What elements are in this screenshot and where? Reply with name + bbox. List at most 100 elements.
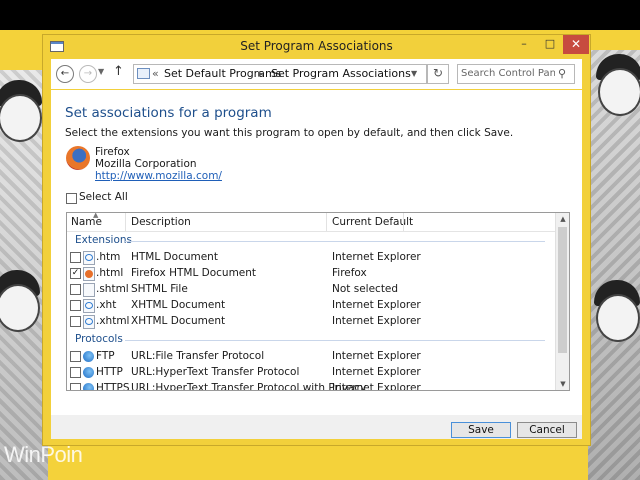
navigation-bar: ← → ▼ ↑ « Set Default Programs ▸ Set Pro… [51, 59, 582, 89]
save-button[interactable]: Save [451, 422, 511, 438]
blank-document-icon [83, 283, 95, 297]
recent-pages-dropdown-icon[interactable]: ▼ [98, 67, 104, 76]
firefox-document-icon [83, 267, 95, 281]
maximize-button[interactable]: □ [537, 35, 563, 54]
row-current-default: Internet Explorer [332, 382, 421, 391]
program-url-link[interactable]: http://www.mozilla.com/ [95, 170, 222, 182]
select-all-checkbox[interactable] [66, 193, 77, 204]
set-program-associations-window: Set Program Associations – □ ✕ ← → ▼ ↑ «… [42, 34, 591, 446]
group-divider [125, 340, 545, 341]
cancel-button[interactable]: Cancel [517, 422, 577, 438]
row-checkbox[interactable] [70, 300, 81, 311]
refresh-button[interactable]: ↻ [427, 64, 449, 84]
group-label-extensions: Extensions [75, 234, 133, 246]
row-name: .shtml [96, 283, 129, 295]
table-row[interactable]: FTP URL:File Transfer Protocol Internet … [67, 348, 555, 364]
row-current-default: Internet Explorer [332, 299, 421, 311]
select-all-label[interactable]: Select All [79, 191, 128, 203]
column-divider[interactable] [125, 213, 126, 231]
row-description: URL:HyperText Transfer Protocol [131, 366, 300, 378]
column-header-description[interactable]: Description [131, 216, 191, 228]
close-button[interactable]: ✕ [563, 35, 589, 54]
page-heading: Set associations for a program [65, 105, 272, 121]
row-checkbox[interactable] [70, 383, 81, 390]
winpoin-watermark: WinPoin [4, 442, 83, 467]
table-row[interactable]: .xhtml XHTML Document Internet Explorer [67, 313, 555, 329]
group-divider [125, 241, 545, 242]
title-bar[interactable]: Set Program Associations – □ ✕ [43, 35, 590, 57]
dialog-footer: Save Cancel [51, 415, 582, 439]
table-row[interactable]: HTTP URL:HyperText Transfer Protocol Int… [67, 364, 555, 380]
address-bar[interactable]: « Set Default Programs ▸ Set Program Ass… [133, 64, 427, 84]
row-name: .htm [96, 251, 121, 263]
main-content: Set associations for a program Select th… [51, 90, 582, 415]
up-arrow-icon[interactable]: ↑ [113, 64, 124, 79]
vertical-scrollbar[interactable]: ▲ ▼ [555, 213, 569, 390]
row-description: XHTML Document [131, 315, 226, 327]
row-description: SHTML File [131, 283, 188, 295]
row-checkbox[interactable] [70, 367, 81, 378]
wallpaper-figure-face [0, 284, 40, 332]
row-checkbox[interactable] [70, 351, 81, 362]
row-current-default: Firefox [332, 267, 367, 279]
scroll-up-icon[interactable]: ▲ [556, 213, 569, 225]
minimize-button[interactable]: – [511, 35, 537, 54]
ie-document-icon [83, 299, 95, 313]
row-current-default: Internet Explorer [332, 366, 421, 378]
row-current-default: Not selected [332, 283, 399, 295]
ie-protocol-icon [83, 350, 94, 362]
wallpaper-photo-left [0, 70, 48, 480]
row-description: HTML Document [131, 251, 218, 263]
row-description: URL:File Transfer Protocol [131, 350, 265, 362]
breadcrumb-set-program-associations[interactable]: Set Program Associations [271, 67, 411, 80]
ie-protocol-icon [83, 382, 94, 390]
column-divider[interactable] [403, 213, 404, 231]
back-button[interactable]: ← [56, 65, 74, 83]
table-row[interactable]: .shtml SHTML File Not selected [67, 281, 555, 297]
wallpaper-photo-right [588, 50, 640, 480]
ie-protocol-icon [83, 366, 94, 378]
search-box[interactable]: ⚲ [457, 64, 575, 84]
row-checkbox-checked[interactable]: ✓ [70, 268, 81, 279]
instructions-text: Select the extensions you want this prog… [65, 127, 514, 139]
breadcrumb-overflow[interactable]: « [152, 67, 159, 80]
column-header-current-default[interactable]: Current Default [332, 216, 413, 228]
table-header: ▲ Name Description Current Default [67, 213, 555, 232]
row-name: FTP [96, 350, 115, 362]
breadcrumb-arrow[interactable]: ▸ [258, 67, 264, 80]
row-checkbox[interactable] [70, 316, 81, 327]
table-row[interactable]: .htm HTML Document Internet Explorer [67, 249, 555, 265]
row-name: .xht [96, 299, 117, 311]
row-name: HTTPS [96, 382, 130, 391]
row-checkbox[interactable] [70, 284, 81, 295]
row-name: HTTP [96, 366, 123, 378]
address-dropdown-icon[interactable]: ▼ [411, 69, 417, 78]
program-name: Firefox [95, 146, 130, 158]
row-description: XHTML Document [131, 299, 226, 311]
window-title: Set Program Associations [240, 39, 393, 53]
search-input[interactable] [461, 66, 555, 80]
control-panel-icon [137, 68, 150, 79]
table-row[interactable]: HTTPS URL:HyperText Transfer Protocol wi… [67, 380, 555, 391]
search-icon[interactable]: ⚲ [558, 67, 566, 80]
row-current-default: Internet Explorer [332, 350, 421, 362]
scrollbar-thumb[interactable] [558, 227, 567, 353]
column-divider[interactable] [326, 213, 327, 231]
row-current-default: Internet Explorer [332, 315, 421, 327]
ie-document-icon [83, 251, 95, 265]
row-name: .xhtml [96, 315, 130, 327]
associations-table: ▲ Name Description Current Default Exten… [66, 212, 570, 391]
row-name: .html [96, 267, 124, 279]
scroll-down-icon[interactable]: ▼ [556, 378, 569, 390]
top-black-bar [0, 0, 640, 30]
table-row[interactable]: .xht XHTML Document Internet Explorer [67, 297, 555, 313]
row-checkbox[interactable] [70, 252, 81, 263]
wallpaper-figure-face [596, 294, 640, 342]
table-row[interactable]: ✓ .html Firefox HTML Document Firefox [67, 265, 555, 281]
wallpaper-figure-face [0, 94, 42, 142]
row-current-default: Internet Explorer [332, 251, 421, 263]
column-header-name[interactable]: Name [71, 216, 102, 228]
ie-document-icon [83, 315, 95, 329]
forward-button[interactable]: → [79, 65, 97, 83]
row-description: Firefox HTML Document [131, 267, 257, 279]
